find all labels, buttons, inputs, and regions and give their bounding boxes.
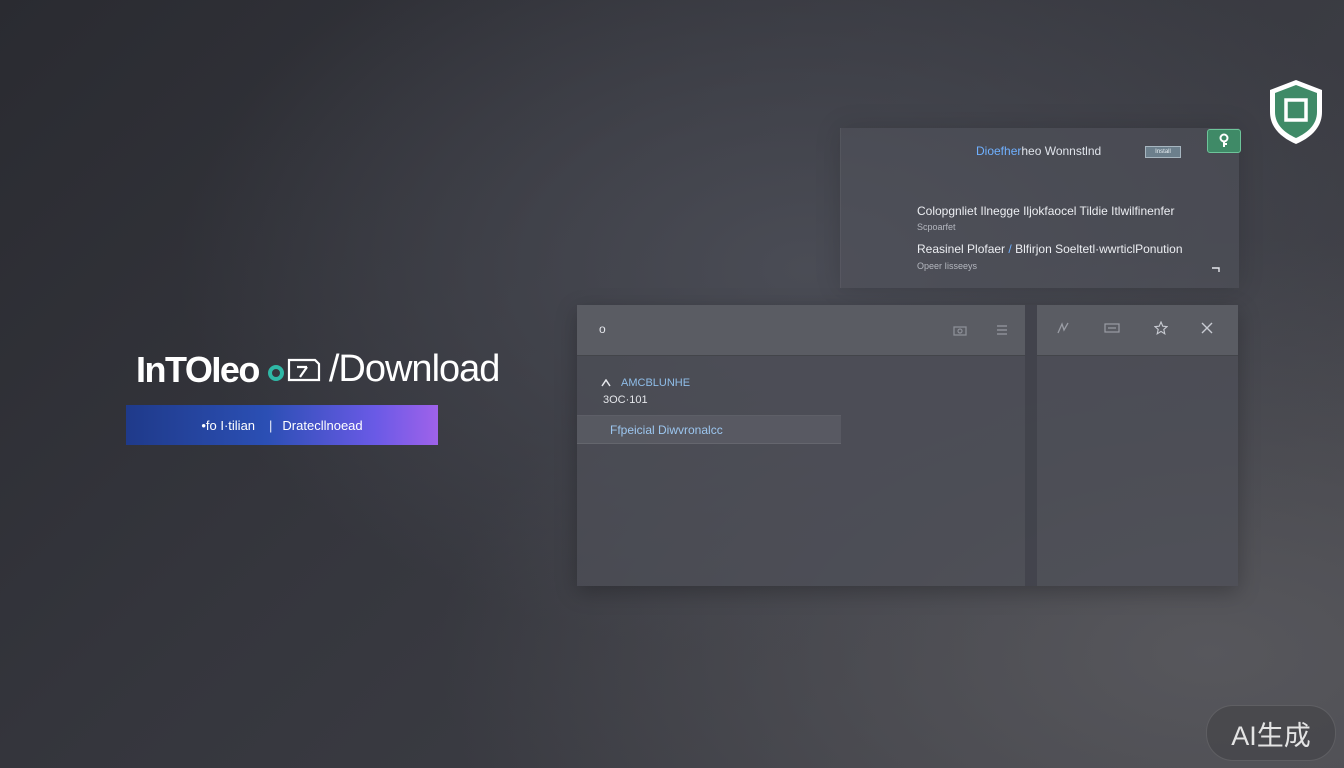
shield-icon[interactable] xyxy=(1266,78,1326,146)
detail-line-2-slash: / xyxy=(1008,242,1012,256)
cta-separator: | xyxy=(269,417,273,433)
panel-title: Dioefherheo Wonnstlnd xyxy=(976,144,1101,158)
details-panel: Dioefherheo Wonnstlnd Install Colopgnlie… xyxy=(840,128,1241,288)
close-icon[interactable] xyxy=(1198,319,1216,337)
star-icon[interactable] xyxy=(1152,319,1170,337)
camera-icon[interactable] xyxy=(951,321,969,339)
install-button[interactable]: Install xyxy=(1145,146,1181,158)
panel-title-accent: Dioefher xyxy=(976,144,1022,158)
toolbar-left: o xyxy=(577,305,1025,356)
detail-line-2: Reasinel Plofaer / Blfirjon Soeltetl·wwr… xyxy=(917,242,1183,256)
list-item[interactable]: AMCBLUNHE 3OC·101 xyxy=(577,357,841,416)
brand-name: InTOIeo xyxy=(136,348,260,390)
list-item-subtitle: 3OC·101 xyxy=(603,394,648,406)
download-cta-button[interactable]: •fo I·tilian | Dratecllnoead xyxy=(126,405,438,445)
ai-generated-watermark: AI生成 xyxy=(1206,705,1336,761)
key-icon[interactable] xyxy=(1207,129,1241,153)
detail-line-2-sub: Opeer Iisseeys xyxy=(917,261,978,271)
toolbar-right xyxy=(1037,305,1238,356)
panel-divider xyxy=(1025,305,1037,586)
detail-line-1: Colopgnliet Ilnegge Iljokfaocel Tildie I… xyxy=(917,204,1175,218)
detail-line-2-a: Reasinel Plofaer xyxy=(917,242,1006,256)
toolbar-label: o xyxy=(599,322,606,336)
cta-right-label: Dratecllnoead xyxy=(282,417,363,433)
download-list: AMCBLUNHE 3OC·101 Ffpeicial Diwvronalcc xyxy=(577,357,841,445)
panel-title-rest: heo Wonnstlnd xyxy=(1021,144,1102,158)
corner-arrow-icon xyxy=(1211,260,1221,272)
list-item-title: Ffpeicial Diwvronalcc xyxy=(610,423,723,437)
list-item-title-text: AMCBLUNHE xyxy=(621,377,691,389)
brand-tagline: /Download xyxy=(328,348,501,390)
cta-left-label: •fo I·tilian xyxy=(201,417,256,433)
detail-line-1-sub: Scpoarfet xyxy=(917,222,956,232)
list-item[interactable]: Ffpeicial Diwvronalcc xyxy=(577,415,841,444)
sort-icon[interactable] xyxy=(601,379,611,387)
grid-icon[interactable] xyxy=(1054,319,1072,337)
list-icon[interactable] xyxy=(993,321,1011,339)
list-item-title: AMCBLUNHE xyxy=(601,377,690,389)
brand-logo: InTOIeo /Download xyxy=(136,348,501,391)
detail-line-2-b: Blfirjon Soeltetl·wwrticlPonution xyxy=(1015,242,1183,256)
download-manager-panel: o AMCBLUNHE 3OC·101 Ffpeicial Diwvronalc… xyxy=(577,305,1238,586)
download-icon xyxy=(267,353,323,387)
layers-icon[interactable] xyxy=(1103,319,1121,337)
